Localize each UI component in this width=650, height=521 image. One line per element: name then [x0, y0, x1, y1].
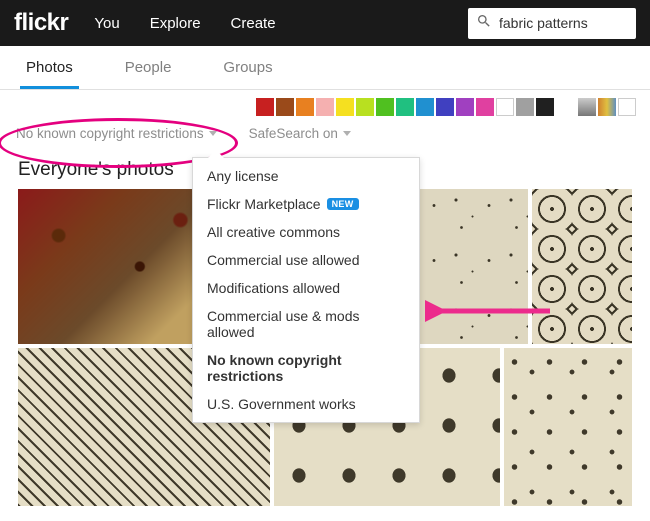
- photo-thumb[interactable]: [532, 189, 632, 344]
- swatch[interactable]: [476, 98, 494, 116]
- swatch[interactable]: [536, 98, 554, 116]
- swatch[interactable]: [396, 98, 414, 116]
- top-navbar: flickr You Explore Create: [0, 0, 650, 46]
- swatch[interactable]: [316, 98, 334, 116]
- swatch-extra-group: [578, 98, 636, 116]
- search-input[interactable]: [499, 15, 627, 31]
- search-box[interactable]: [468, 8, 636, 39]
- tab-groups[interactable]: Groups: [217, 59, 278, 89]
- chevron-down-icon: [343, 131, 351, 136]
- result-tabs: Photos People Groups: [0, 46, 650, 90]
- swatch[interactable]: [276, 98, 294, 116]
- license-option-commercial[interactable]: Commercial use allowed: [193, 246, 419, 274]
- swatch[interactable]: [516, 98, 534, 116]
- swatch-gradient[interactable]: [578, 98, 596, 116]
- swatch[interactable]: [296, 98, 314, 116]
- nav-you[interactable]: You: [94, 15, 119, 32]
- license-option-any[interactable]: Any license: [193, 162, 419, 190]
- swatch[interactable]: [336, 98, 354, 116]
- photo-thumb[interactable]: [504, 348, 632, 506]
- search-icon: [476, 13, 492, 34]
- tab-people[interactable]: People: [119, 59, 178, 89]
- new-badge: NEW: [327, 198, 359, 210]
- swatch[interactable]: [496, 98, 514, 116]
- swatch-blank[interactable]: [618, 98, 636, 116]
- swatch[interactable]: [436, 98, 454, 116]
- nav-explore[interactable]: Explore: [150, 15, 201, 32]
- safesearch-filter[interactable]: SafeSearch on: [249, 126, 351, 141]
- swatch[interactable]: [256, 98, 274, 116]
- swatch[interactable]: [376, 98, 394, 116]
- license-option-commercial-mods[interactable]: Commercial use & mods allowed: [193, 302, 419, 346]
- swatch-multi[interactable]: [598, 98, 616, 116]
- license-filter-label: No known copyright restrictions: [16, 126, 204, 141]
- license-option-no-copyright[interactable]: No known copyright restrictions: [193, 346, 419, 390]
- license-option-cc[interactable]: All creative commons: [193, 218, 419, 246]
- flickr-logo[interactable]: flickr: [14, 9, 68, 37]
- license-filter[interactable]: No known copyright restrictions: [16, 126, 217, 141]
- swatch[interactable]: [416, 98, 434, 116]
- photo-thumb[interactable]: [18, 189, 221, 344]
- tab-photos[interactable]: Photos: [20, 59, 79, 89]
- safesearch-label: SafeSearch on: [249, 126, 338, 141]
- license-dropdown: Any license Flickr MarketplaceNEW All cr…: [192, 157, 420, 423]
- swatch[interactable]: [456, 98, 474, 116]
- license-option-mods[interactable]: Modifications allowed: [193, 274, 419, 302]
- license-option-marketplace[interactable]: Flickr MarketplaceNEW: [193, 190, 419, 218]
- color-filter-row: [0, 90, 650, 120]
- filter-bar: No known copyright restrictions SafeSear…: [0, 120, 650, 141]
- license-option-usgov[interactable]: U.S. Government works: [193, 390, 419, 418]
- chevron-down-icon: [209, 131, 217, 136]
- swatch[interactable]: [356, 98, 374, 116]
- nav-create[interactable]: Create: [231, 15, 276, 32]
